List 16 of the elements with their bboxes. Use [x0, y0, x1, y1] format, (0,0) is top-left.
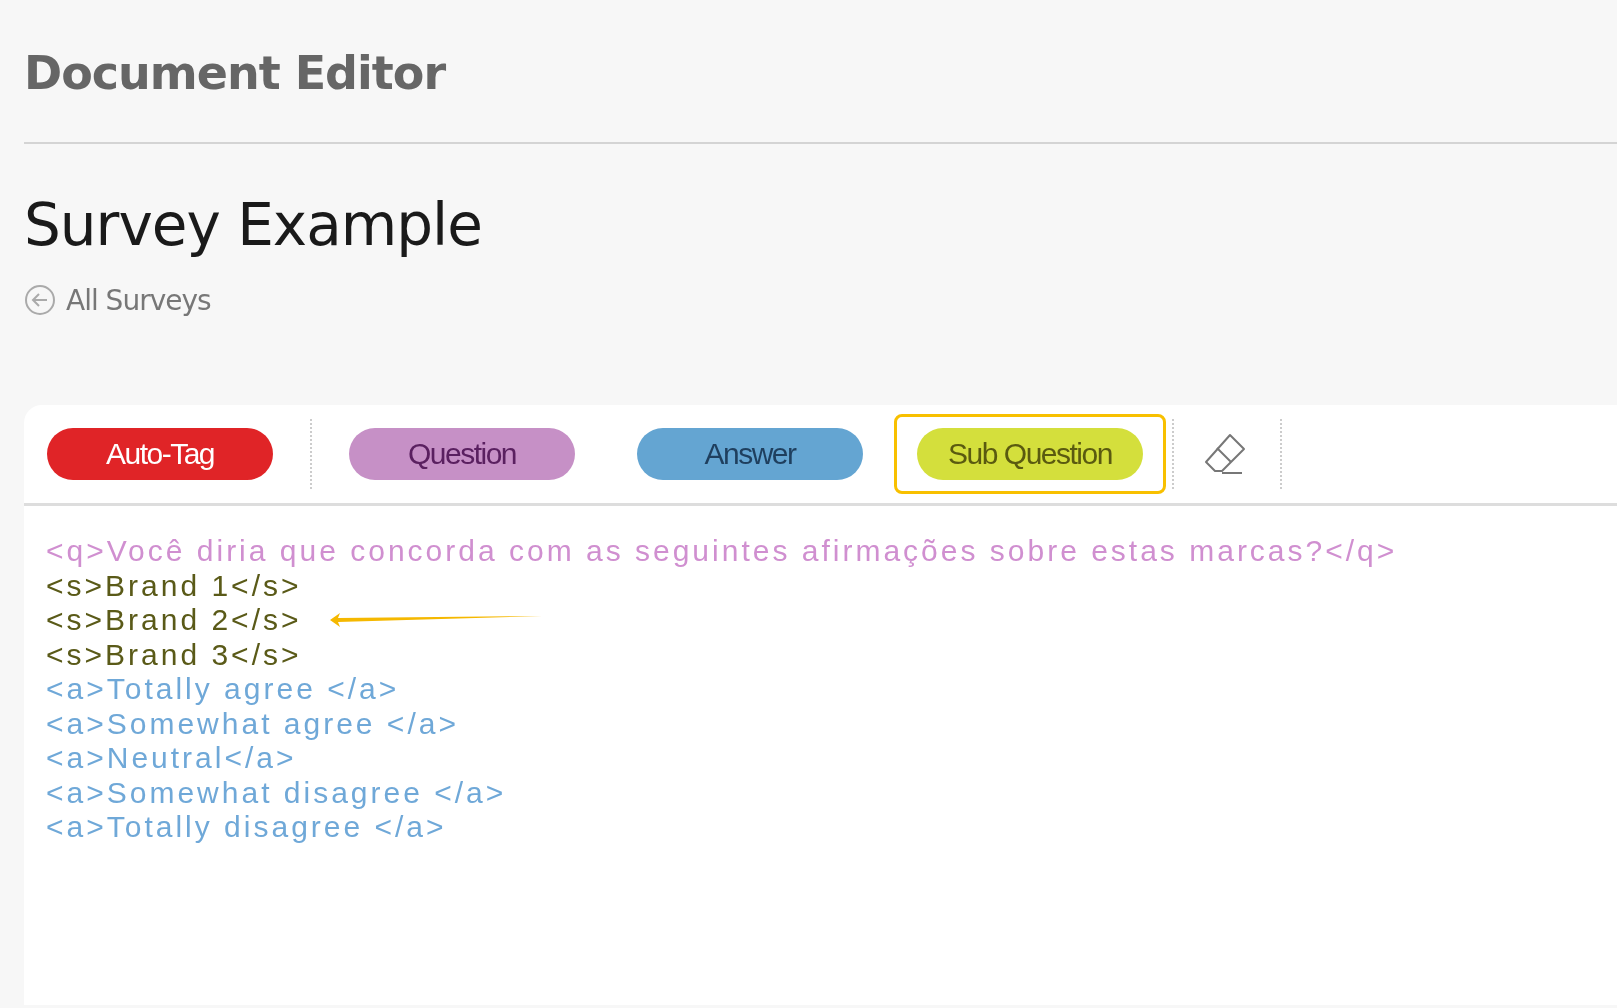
page-header-title: Document Editor [24, 50, 447, 96]
tagged-line: <s>Brand 3</s> [46, 637, 302, 672]
answer-button[interactable]: Answer [637, 427, 863, 480]
tagged-line: <a>Neutral</a> [46, 741, 297, 776]
tagged-line: <a>Somewhat agree </a> [46, 706, 459, 741]
tagged-line: <q>Você diria que concorda com as seguintes afirmações sobre estas marcas?</q> [46, 534, 1398, 569]
survey-title: Survey Example [24, 194, 483, 258]
tagged-line: <a>Totally disagree </a> [46, 810, 447, 845]
tagged-line: <s>Brand 1</s> [46, 568, 302, 603]
question-button[interactable]: Question [349, 427, 575, 480]
auto-tag-button[interactable]: Auto-Tag [47, 427, 273, 480]
tagged-line: <a>Somewhat disagree </a> [46, 775, 507, 810]
sub-question-button[interactable]: Sub Question [917, 427, 1143, 480]
all-surveys-link[interactable]: All Surveys [66, 283, 211, 317]
tagged-line: <a>Totally agree </a> [46, 672, 400, 707]
tagged-line: <s>Brand 2</s> [46, 603, 302, 638]
